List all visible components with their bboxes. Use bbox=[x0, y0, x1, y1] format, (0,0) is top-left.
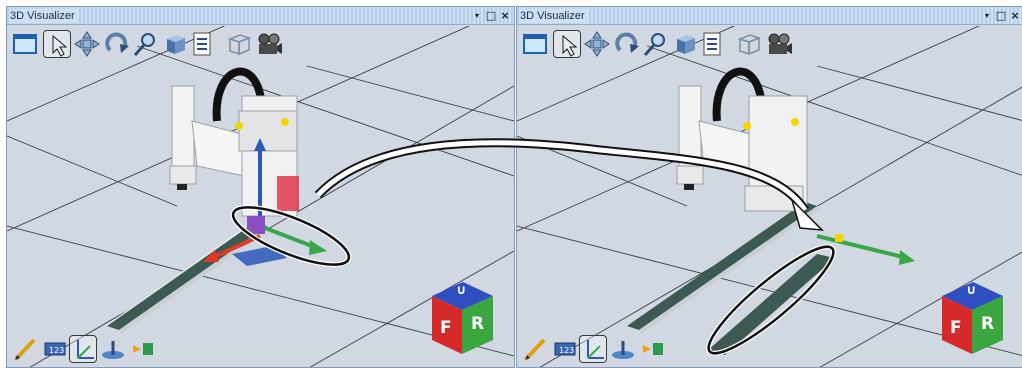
marker-icon[interactable] bbox=[639, 335, 667, 363]
maximize-button[interactable]: □ bbox=[484, 8, 498, 23]
cube-top-label: ∪ bbox=[966, 283, 977, 298]
dropdown-button[interactable]: ▾ bbox=[980, 8, 994, 23]
view-cube[interactable]: ∪ F R bbox=[427, 278, 497, 356]
close-button[interactable]: × bbox=[1008, 8, 1022, 23]
rotate-icon[interactable] bbox=[103, 30, 131, 58]
close-button[interactable]: × bbox=[498, 8, 512, 23]
pan-icon[interactable] bbox=[583, 30, 611, 58]
dropdown-button[interactable]: ▾ bbox=[470, 8, 484, 23]
ground-icon[interactable] bbox=[99, 335, 127, 363]
panel-titlebar[interactable]: 3D Visualizer ▾ □ × bbox=[7, 7, 514, 25]
panel-titlebar[interactable]: 3D Visualizer ▾ □ × bbox=[517, 7, 1022, 25]
properties-icon[interactable] bbox=[699, 30, 727, 58]
camera-icon[interactable] bbox=[255, 30, 283, 58]
edit-pencil-icon[interactable] bbox=[11, 335, 39, 363]
cube-front-label: F bbox=[440, 318, 452, 338]
window-icon[interactable] bbox=[521, 30, 549, 58]
edit-pencil-icon[interactable] bbox=[521, 335, 549, 363]
wireframe-view-icon[interactable] bbox=[225, 30, 253, 58]
rotate-icon[interactable] bbox=[613, 30, 641, 58]
conveyor[interactable] bbox=[627, 202, 819, 334]
view-cube[interactable]: ∪ F R bbox=[937, 278, 1007, 356]
panel-title: 3D Visualizer bbox=[10, 9, 79, 23]
solid-view-icon[interactable] bbox=[671, 30, 699, 58]
wireframe-view-icon[interactable] bbox=[735, 30, 763, 58]
window-icon[interactable] bbox=[11, 30, 39, 58]
zoom-icon[interactable] bbox=[131, 30, 159, 58]
cube-front-label: F bbox=[950, 318, 962, 338]
svg-text:123: 123 bbox=[49, 346, 64, 355]
display-icon[interactable]: 123 bbox=[41, 335, 69, 363]
display-icon[interactable]: 123 bbox=[551, 335, 579, 363]
select-arrow-icon[interactable] bbox=[43, 30, 71, 58]
marker-icon[interactable] bbox=[129, 335, 157, 363]
bottom-toolbar: 123 bbox=[521, 335, 691, 365]
select-arrow-icon[interactable] bbox=[553, 30, 581, 58]
bottom-toolbar: 123 bbox=[11, 335, 181, 365]
axes-icon[interactable] bbox=[579, 335, 607, 363]
panel-title: 3D Visualizer bbox=[520, 9, 589, 23]
visualizer-panel-left: 3D Visualizer ▾ □ × 123 ∪ F R bbox=[6, 6, 515, 368]
scara-robot[interactable] bbox=[676, 85, 808, 212]
svg-text:123: 123 bbox=[559, 346, 574, 355]
scara-robot[interactable] bbox=[169, 85, 299, 217]
camera-icon[interactable] bbox=[765, 30, 793, 58]
cube-right-label: R bbox=[981, 314, 995, 334]
cube-top-label: ∪ bbox=[456, 283, 467, 298]
cube-right-label: R bbox=[471, 314, 485, 334]
conveyor[interactable] bbox=[105, 221, 269, 334]
axes-icon[interactable] bbox=[69, 335, 97, 363]
zoom-icon[interactable] bbox=[641, 30, 669, 58]
properties-icon[interactable] bbox=[189, 30, 217, 58]
solid-view-icon[interactable] bbox=[161, 30, 189, 58]
visualizer-panel-right: 3D Visualizer ▾ □ × 123 ∪ F R bbox=[516, 6, 1022, 368]
ground-icon[interactable] bbox=[609, 335, 637, 363]
maximize-button[interactable]: □ bbox=[994, 8, 1008, 23]
3d-viewport[interactable]: 123 ∪ F R bbox=[517, 26, 1022, 367]
3d-viewport[interactable]: 123 ∪ F R bbox=[7, 26, 514, 367]
pan-icon[interactable] bbox=[73, 30, 101, 58]
